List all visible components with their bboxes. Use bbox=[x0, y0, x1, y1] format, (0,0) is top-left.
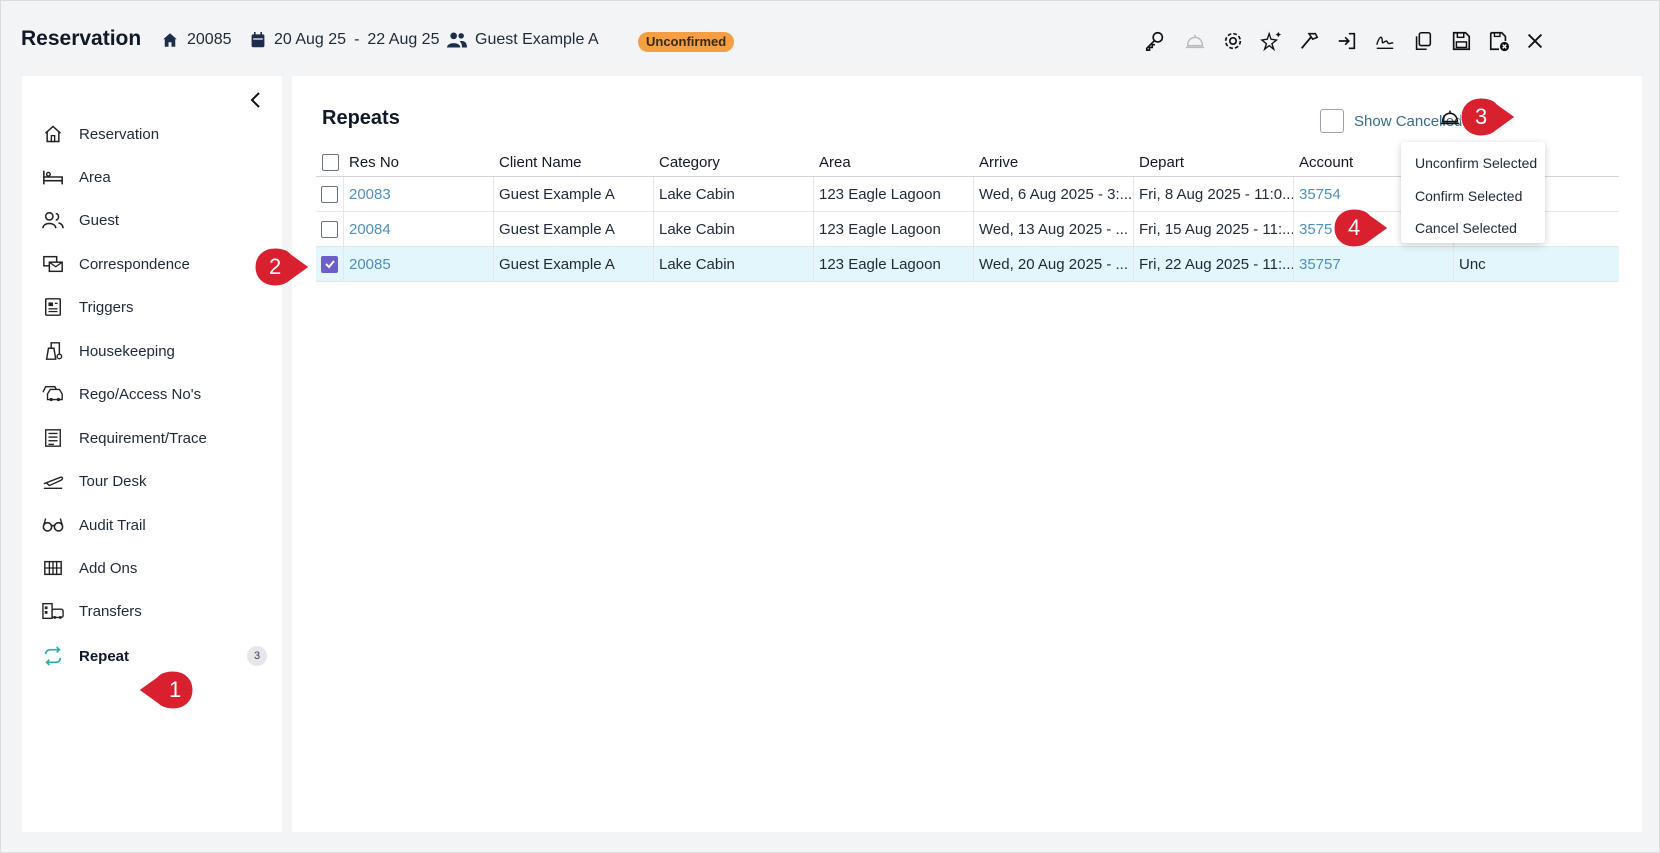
sidebar-item-tour-desk[interactable]: Tour Desk bbox=[42, 467, 267, 495]
col-res-no[interactable]: Res No bbox=[344, 149, 494, 176]
home-icon bbox=[42, 123, 64, 145]
chevron-left-icon bbox=[250, 92, 260, 108]
row-checkbox-checked[interactable] bbox=[321, 255, 338, 273]
check-in-icon[interactable] bbox=[1335, 29, 1359, 53]
checkbox[interactable] bbox=[1320, 109, 1344, 133]
housekeeping-icon bbox=[42, 340, 64, 362]
users-icon bbox=[42, 209, 64, 231]
repeat-count-badge: 3 bbox=[247, 646, 267, 666]
sidebar-item-audit-trail[interactable]: Audit Trail bbox=[42, 511, 267, 539]
sidebar-item-reservation[interactable]: Reservation bbox=[42, 120, 267, 148]
sidebar-item-rego[interactable]: Rego/Access No's bbox=[42, 380, 267, 408]
select-all-checkbox[interactable] bbox=[321, 154, 339, 171]
row-checkbox[interactable] bbox=[321, 185, 338, 203]
table-row-selected[interactable]: 20085 Guest Example A Lake Cabin 123 Eag… bbox=[316, 247, 1619, 282]
copy-icon[interactable] bbox=[1411, 29, 1435, 53]
grid-icon bbox=[42, 557, 64, 579]
sidebar-item-triggers[interactable]: Triggers bbox=[42, 293, 267, 321]
guest-name: Guest Example A bbox=[447, 31, 599, 49]
hammer-icon[interactable] bbox=[1297, 29, 1321, 53]
users-icon bbox=[447, 32, 467, 48]
col-area[interactable]: Area bbox=[814, 149, 974, 176]
date-range: 20 Aug 25 - 22 Aug 25 bbox=[250, 31, 439, 49]
signature-icon[interactable] bbox=[1373, 29, 1397, 53]
bulk-action-menu: Unconfirm Selected Confirm Selected Canc… bbox=[1401, 142, 1545, 243]
car-icon bbox=[42, 383, 64, 405]
sidebar-item-repeat[interactable]: Repeat 3 bbox=[42, 642, 267, 670]
row-checkbox[interactable] bbox=[321, 220, 338, 238]
sparkle-star-icon[interactable] bbox=[1259, 29, 1283, 53]
res-number: 20085 bbox=[161, 31, 232, 49]
page-title: Reservation bbox=[21, 27, 142, 50]
callout-1: 1 bbox=[138, 670, 194, 710]
menu-item-confirm-selected[interactable]: Confirm Selected bbox=[1415, 188, 1522, 204]
header-bar: Reservation 20085 20 Aug 25 - 22 Aug 25 … bbox=[1, 1, 1659, 75]
res-no-link[interactable]: 20084 bbox=[344, 212, 494, 246]
menu-item-cancel-selected[interactable]: Cancel Selected bbox=[1415, 220, 1517, 236]
callout-2: 2 bbox=[253, 247, 310, 287]
close-icon[interactable] bbox=[1523, 29, 1547, 53]
bed-icon bbox=[42, 166, 64, 188]
account-link[interactable]: 35757 bbox=[1294, 247, 1454, 281]
col-client-name[interactable]: Client Name bbox=[494, 149, 654, 176]
key-icon[interactable] bbox=[1143, 29, 1167, 53]
sidebar-item-requirement-trace[interactable]: Requirement/Trace bbox=[42, 424, 267, 452]
collapse-sidebar-button[interactable] bbox=[246, 90, 266, 110]
reservation-window: Reservation 20085 20 Aug 25 - 22 Aug 25 … bbox=[0, 0, 1660, 853]
sidebar-item-correspondence[interactable]: Correspondence bbox=[42, 250, 267, 278]
triggers-icon bbox=[42, 296, 64, 318]
status-cell: Unc bbox=[1459, 255, 1486, 273]
checkmark-icon bbox=[324, 260, 335, 269]
repeat-icon bbox=[42, 645, 64, 667]
col-category[interactable]: Category bbox=[654, 149, 814, 176]
bus-icon bbox=[42, 600, 64, 622]
menu-item-unconfirm-selected[interactable]: Unconfirm Selected bbox=[1415, 155, 1537, 171]
status-badge: Unconfirmed bbox=[638, 32, 735, 52]
plane-icon bbox=[42, 470, 64, 492]
sidebar-item-housekeeping[interactable]: Housekeeping bbox=[42, 337, 267, 365]
callout-4: 4 bbox=[1332, 208, 1389, 248]
sidebar-item-area[interactable]: Area bbox=[42, 163, 267, 191]
list-icon bbox=[42, 427, 64, 449]
calendar-icon bbox=[251, 32, 265, 48]
sidebar-item-guest[interactable]: Guest bbox=[42, 206, 267, 234]
col-arrive[interactable]: Arrive bbox=[974, 149, 1134, 176]
res-no-link[interactable]: 20085 bbox=[344, 247, 494, 281]
correspondence-icon bbox=[42, 253, 64, 275]
glasses-icon bbox=[42, 514, 64, 536]
sidebar: Reservation Area Guest Correspondence Tr… bbox=[22, 76, 282, 832]
service-bell-icon[interactable] bbox=[1183, 29, 1207, 53]
home-icon bbox=[163, 33, 177, 47]
callout-3: 3 bbox=[1459, 97, 1516, 137]
sidebar-item-add-ons[interactable]: Add Ons bbox=[42, 554, 267, 582]
save-icon[interactable] bbox=[1449, 29, 1473, 53]
sidebar-item-transfers[interactable]: Transfers bbox=[42, 597, 267, 625]
col-depart[interactable]: Depart bbox=[1134, 149, 1294, 176]
res-no-link[interactable]: 20083 bbox=[344, 177, 494, 211]
gear-icon[interactable] bbox=[1221, 29, 1245, 53]
save-close-icon[interactable] bbox=[1487, 29, 1511, 53]
section-title: Repeats bbox=[322, 107, 400, 129]
